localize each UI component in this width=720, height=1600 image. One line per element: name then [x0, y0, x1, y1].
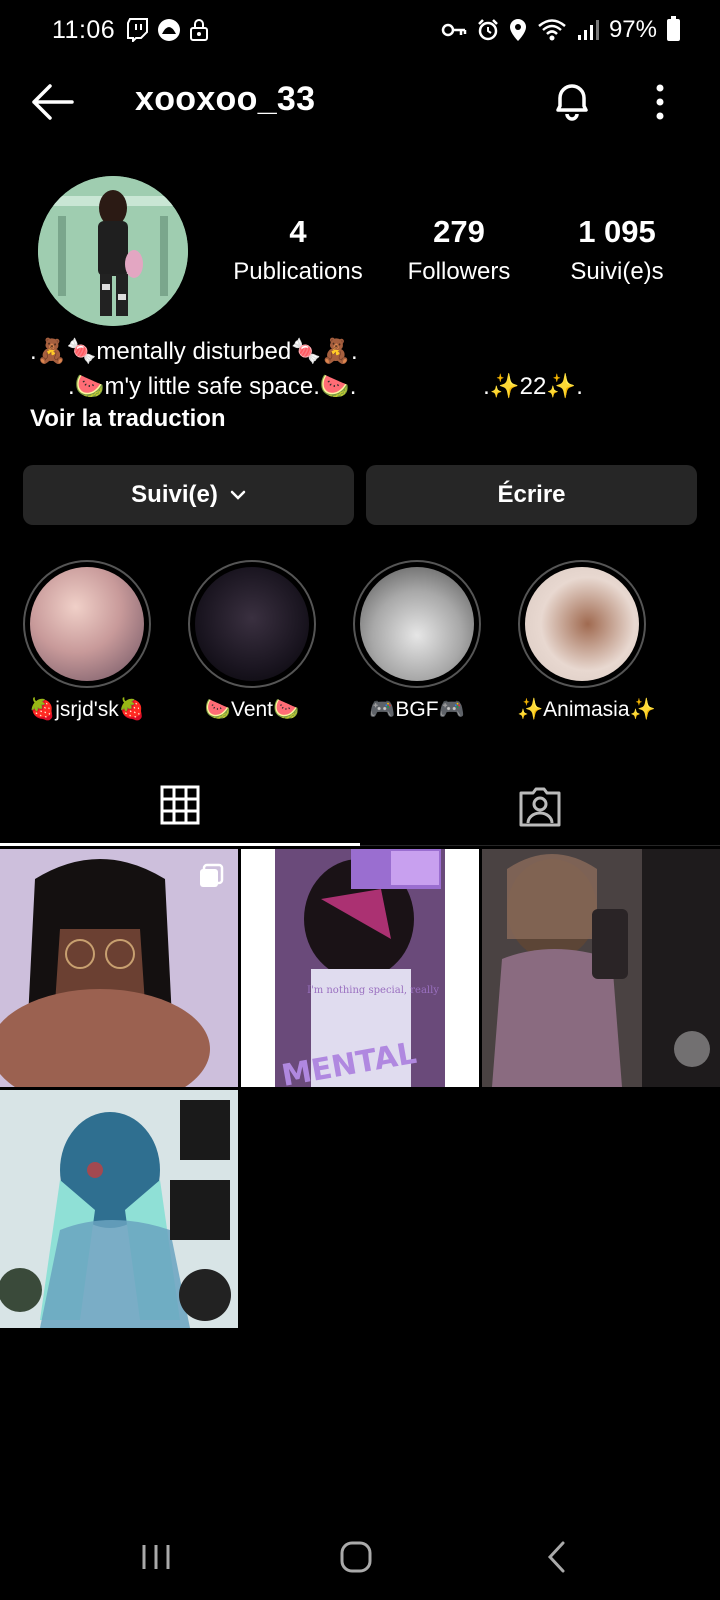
tab-tagged[interactable] [360, 766, 720, 846]
stat-followers[interactable]: 279 Followers [394, 214, 524, 286]
post-thumbnail[interactable] [0, 1090, 238, 1328]
post-thumbnail[interactable]: I'm nothing special, really MENTAL [241, 849, 479, 1087]
battery-icon [667, 16, 680, 41]
highlight-cover [195, 567, 309, 681]
bio-line-1: .🧸🍬mentally disturbed🍬🧸. [30, 338, 358, 365]
tagged-person-icon [519, 787, 561, 827]
post-image [0, 1090, 238, 1328]
status-bar: 11:06 97% [0, 0, 720, 62]
carousel-icon [200, 863, 224, 887]
chevron-left-icon [547, 1541, 565, 1573]
following-button-label: Suivi(e) [131, 481, 218, 508]
app-notification-icon [158, 19, 180, 41]
following-label: Suivi(e)s [570, 258, 664, 285]
profile-avatar[interactable] [38, 176, 188, 326]
lock-icon [190, 19, 208, 41]
home-icon [340, 1541, 372, 1573]
highlight-cover [30, 567, 144, 681]
following-button[interactable]: Suivi(e) [23, 465, 354, 525]
key-icon [441, 23, 467, 37]
recent-apps-button[interactable] [126, 1535, 186, 1579]
post-image [482, 849, 720, 1087]
tab-posts-grid[interactable] [0, 766, 360, 846]
highlight-label: 🍉Vent🍉 [204, 698, 300, 721]
bell-icon [556, 84, 588, 121]
followers-count: 279 [433, 214, 485, 249]
arrow-left-icon [32, 84, 74, 120]
more-options-button[interactable] [640, 78, 680, 126]
profile-tabs [0, 766, 720, 846]
highlight-label: 🍓jsrjd'sk🍓 [29, 698, 145, 721]
status-left-icons [127, 18, 209, 42]
profile-username: xooxoo_33 [135, 80, 316, 118]
highlight-ring [518, 560, 646, 688]
highlight-ring [23, 560, 151, 688]
story-highlight[interactable]: 🍓jsrjd'sk🍓 [22, 560, 152, 722]
chevron-down-icon [230, 490, 246, 500]
stat-publications[interactable]: 4 Publications [223, 214, 373, 286]
publications-count: 4 [289, 214, 307, 249]
story-highlight[interactable]: 🎮BGF🎮 [352, 560, 482, 722]
system-navigation-bar [0, 1515, 720, 1600]
highlight-cover [360, 567, 474, 681]
see-translation-link[interactable]: Voir la traduction [30, 405, 226, 433]
location-icon [509, 19, 526, 41]
following-count: 1 095 [578, 214, 656, 249]
profile-header: xooxoo_33 [0, 62, 720, 142]
post-thumbnail[interactable] [0, 849, 238, 1087]
stat-following[interactable]: 1 095 Suivi(e)s [552, 214, 682, 286]
followers-label: Followers [407, 258, 511, 285]
highlight-label: ✨Animasia✨ [517, 698, 656, 721]
notifications-button[interactable] [548, 76, 596, 124]
back-button[interactable] [28, 80, 76, 124]
highlight-cover [525, 567, 639, 681]
message-button-label: Écrire [497, 481, 566, 508]
message-button[interactable]: Écrire [366, 465, 697, 525]
alarm-icon [478, 19, 498, 41]
grid-icon [160, 785, 200, 824]
system-back-button[interactable] [527, 1535, 587, 1579]
post-image: I'm nothing special, really MENTAL [241, 849, 479, 1087]
post-thumbnail[interactable] [482, 849, 720, 1087]
story-highlight[interactable]: ✨Animasia✨ [517, 560, 656, 722]
status-time: 11:06 [52, 16, 116, 44]
recent-apps-icon [142, 1545, 170, 1569]
story-highlight[interactable]: 🍉Vent🍉 [187, 560, 317, 722]
more-vertical-icon [656, 84, 664, 120]
profile-bio: .🧸🍬mentally disturbed🍬🧸. .🍉m'y little sa… [30, 334, 690, 404]
bio-line-2: .🍉m'y little safe space.🍉. .✨22✨. [68, 373, 583, 400]
publications-label: Publications [233, 258, 363, 285]
highlight-ring [188, 560, 316, 688]
signal-icon [577, 20, 599, 40]
post-caption-text: I'm nothing special, really [307, 985, 439, 996]
avatar-image [38, 176, 188, 326]
wifi-icon [538, 19, 566, 41]
twitch-icon [127, 18, 148, 42]
highlight-label: 🎮BGF🎮 [369, 698, 465, 721]
home-button[interactable] [326, 1535, 386, 1579]
battery-percentage: 97% [608, 16, 657, 43]
status-right-icons: 97% [441, 16, 680, 44]
highlight-ring [353, 560, 481, 688]
